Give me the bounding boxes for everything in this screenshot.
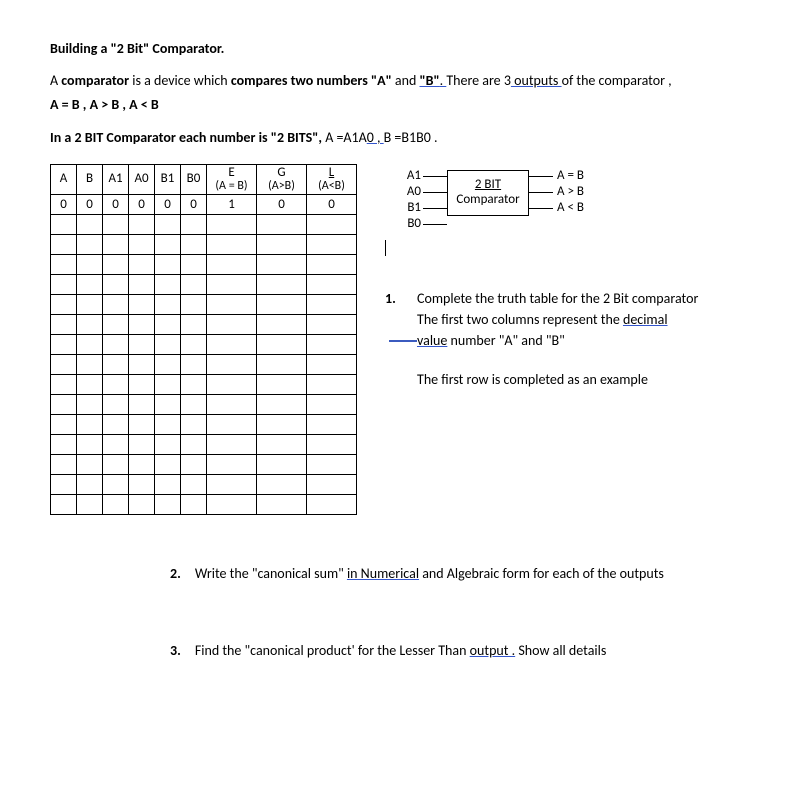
pin-in-b0: B0: [397, 216, 421, 231]
question-2: 2. Write the "canonical sum" in Numerica…: [170, 565, 736, 582]
pin-out-eq: A = B: [557, 168, 584, 183]
intro-line-2: A = B , A > B , A < B: [50, 95, 736, 115]
th-b0: B0: [181, 164, 207, 194]
pin-out-lt: A < B: [557, 200, 584, 215]
table-row: [51, 355, 357, 375]
table-row: [51, 335, 357, 355]
intro-line-1: A comparator is a device which compares …: [50, 71, 736, 91]
table-row: [51, 215, 357, 235]
table-row: [51, 415, 357, 435]
th-l: L (A<B): [307, 164, 357, 194]
th-g: G (A>B): [257, 164, 307, 194]
table-row: [51, 255, 357, 275]
pin-in-b1: B1: [397, 200, 421, 215]
table-row: [51, 455, 357, 475]
table-row: [51, 295, 357, 315]
table-row: [51, 435, 357, 455]
table-row: [51, 475, 357, 495]
page-title: Building a "2 Bit" Comparator.: [50, 40, 736, 57]
pin-in-a0: A0: [397, 184, 421, 199]
table-row: [51, 495, 357, 515]
th-a: A: [51, 164, 77, 194]
pin-in-a1: A1: [397, 168, 421, 183]
text-cursor-icon: [385, 240, 386, 256]
question-1: 1. Complete the truth table for the 2 Bi…: [385, 288, 736, 390]
table-row: [51, 275, 357, 295]
comparator-rect: 2 BIT Comparator: [447, 170, 529, 216]
th-b1: B1: [155, 164, 181, 194]
pin-out-gt: A > B: [557, 184, 584, 199]
table-row: [51, 235, 357, 255]
truth-table: A B A1 A0 B1 B0 E (A = B) G (A>B) L (A<B…: [50, 164, 357, 515]
question-3: 3. Find the "canonical product' for the …: [170, 642, 736, 659]
truth-table-body: 00 00 00 100: [51, 195, 357, 515]
comparator-diagram: 2 BIT Comparator A1 A0 B1 B0 A = B A > B…: [385, 164, 621, 264]
table-row: [51, 315, 357, 335]
th-e: E (A = B): [207, 164, 257, 194]
intro-line-3: In a 2 BIT Comparator each number is "2 …: [50, 128, 736, 148]
table-row: 00 00 00 100: [51, 195, 357, 215]
th-a0: A0: [129, 164, 155, 194]
th-a1: A1: [103, 164, 129, 194]
table-row: [51, 375, 357, 395]
th-b: B: [77, 164, 103, 194]
table-row: [51, 395, 357, 415]
